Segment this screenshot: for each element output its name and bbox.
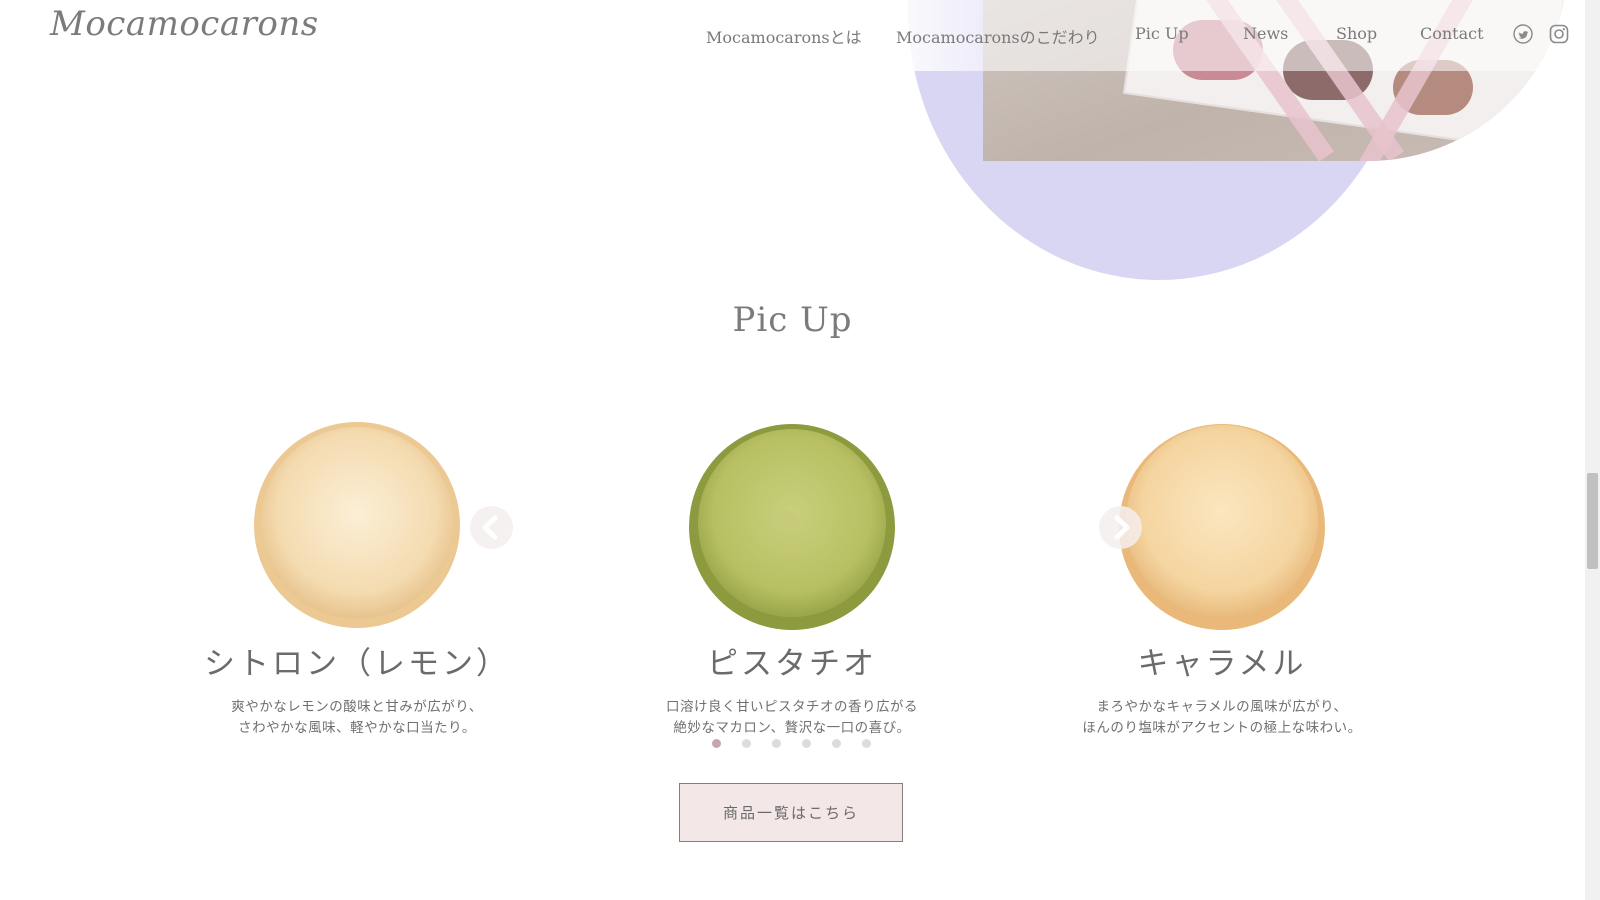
carousel-dot[interactable] (802, 739, 811, 748)
pickup-card[interactable]: キャラメル まろやかなキャラメルの風味が広がり、 ほんのり塩味がアクセントの極上… (1057, 420, 1387, 739)
chevron-right-icon (1114, 515, 1130, 540)
carousel-next-button[interactable] (1099, 506, 1142, 549)
instagram-icon[interactable] (1549, 24, 1569, 44)
carousel-dot[interactable] (862, 739, 871, 748)
carousel-dot[interactable] (832, 739, 841, 748)
product-description: 爽やかなレモンの酸味と甘みが広がり、 さわやかな風味、軽やかな口当たり。 (231, 699, 483, 736)
nav-item-commitment[interactable]: Mocamocaronsのこだわり (896, 24, 1100, 48)
nav-item-contact[interactable]: Contact (1420, 24, 1484, 43)
pickup-card[interactable]: シトロン（レモン） 爽やかなレモンの酸味と甘みが広がり、 さわやかな風味、軽やか… (192, 420, 522, 739)
product-description: 口溶け良く甘いピスタチオの香り広がる 絶妙なマカロン、贅沢な一口の喜び。 (666, 699, 918, 736)
scrollbar[interactable] (1585, 0, 1600, 900)
site-logo[interactable]: Mocamocarons (50, 4, 319, 44)
scrollbar-thumb[interactable] (1587, 473, 1598, 569)
product-name: シトロン（レモン） (204, 646, 510, 682)
macaron-image-caramel (1117, 420, 1327, 630)
nav-item-about[interactable]: Mocamocaronsとは (706, 24, 862, 48)
pickup-title: Pic Up (732, 300, 853, 340)
chevron-left-icon (482, 515, 498, 540)
twitter-icon[interactable] (1513, 24, 1533, 44)
pickup-card[interactable]: ピスタチオ 口溶け良く甘いピスタチオの香り広がる 絶妙なマカロン、贅沢な一口の喜… (627, 420, 957, 739)
nav-item-pickup[interactable]: Pic Up (1135, 24, 1189, 43)
carousel-prev-button[interactable] (470, 506, 513, 549)
page: Mocamocarons Mocamocaronsとは Mocamocarons… (0, 0, 1600, 900)
carousel-dots (0, 739, 1600, 749)
product-list-button[interactable]: 商品一覧はこちら (679, 783, 903, 842)
carousel-dot[interactable] (772, 739, 781, 748)
product-name: キャラメル (1137, 646, 1307, 682)
product-name: ピスタチオ (707, 646, 877, 682)
nav-item-news[interactable]: News (1243, 24, 1288, 43)
macaron-image-pistachio (687, 420, 897, 630)
carousel-dot[interactable] (742, 739, 751, 748)
product-description: まろやかなキャラメルの風味が広がり、 ほんのり塩味がアクセントの極上な味わい。 (1082, 699, 1362, 736)
nav-item-shop[interactable]: Shop (1336, 24, 1377, 43)
site-header: Mocamocarons Mocamocaronsとは Mocamocarons… (0, 0, 1585, 71)
macaron-image-citron (252, 420, 462, 630)
carousel-dot[interactable] (712, 739, 721, 748)
